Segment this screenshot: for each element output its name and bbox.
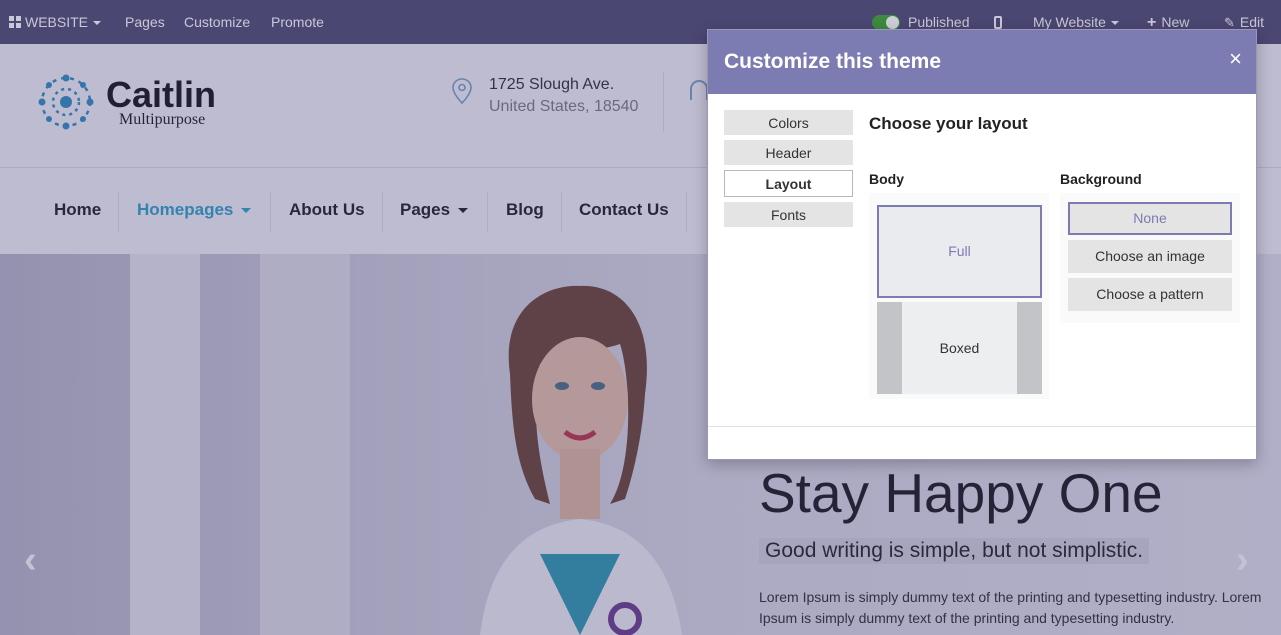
- website-menu-label: WEBSITE: [25, 14, 89, 30]
- chevron-down-icon: [1110, 21, 1119, 26]
- body-label: Body: [869, 171, 904, 187]
- body-option-boxed[interactable]: Boxed: [877, 302, 1042, 394]
- background-label: Background: [1060, 171, 1142, 187]
- chevron-down-icon: [93, 21, 102, 26]
- customize-menu[interactable]: Customize: [184, 0, 250, 44]
- apps-grid-icon: [9, 16, 21, 28]
- site-selector-label: My Website: [1033, 14, 1106, 30]
- body-option-full[interactable]: Full: [877, 205, 1042, 298]
- new-label: New: [1161, 14, 1190, 30]
- background-option-none[interactable]: None: [1068, 202, 1232, 235]
- tab-fonts[interactable]: Fonts: [724, 202, 853, 227]
- mobile-phone-icon: [994, 16, 1002, 29]
- customize-theme-dialog: Customize this theme × Colors Header Lay…: [707, 29, 1257, 460]
- dialog-title: Customize this theme: [724, 50, 942, 73]
- website-menu[interactable]: WEBSITE: [9, 0, 102, 44]
- background-option-pattern[interactable]: Choose a pattern: [1068, 278, 1232, 311]
- background-options: None Choose an image Choose a pattern: [1060, 193, 1240, 323]
- customize-tabs: Colors Header Layout Fonts: [724, 110, 854, 232]
- section-title: Choose your layout: [869, 114, 1028, 133]
- body-layout-options: Full Boxed: [869, 193, 1049, 399]
- tab-layout[interactable]: Layout: [724, 170, 853, 197]
- dialog-footer-divider: [708, 426, 1256, 427]
- edit-label: Edit: [1239, 14, 1265, 30]
- background-option-image[interactable]: Choose an image: [1068, 240, 1232, 273]
- published-label: Published: [908, 14, 970, 30]
- dialog-header: Customize this theme ×: [708, 30, 1256, 94]
- toggle-switch-icon: [872, 15, 900, 30]
- pages-menu[interactable]: Pages: [125, 0, 165, 44]
- body-option-boxed-label: Boxed: [939, 340, 980, 356]
- tab-header[interactable]: Header: [724, 140, 853, 165]
- close-icon[interactable]: ×: [1229, 46, 1242, 72]
- tab-colors[interactable]: Colors: [724, 110, 853, 135]
- promote-menu[interactable]: Promote: [271, 0, 324, 44]
